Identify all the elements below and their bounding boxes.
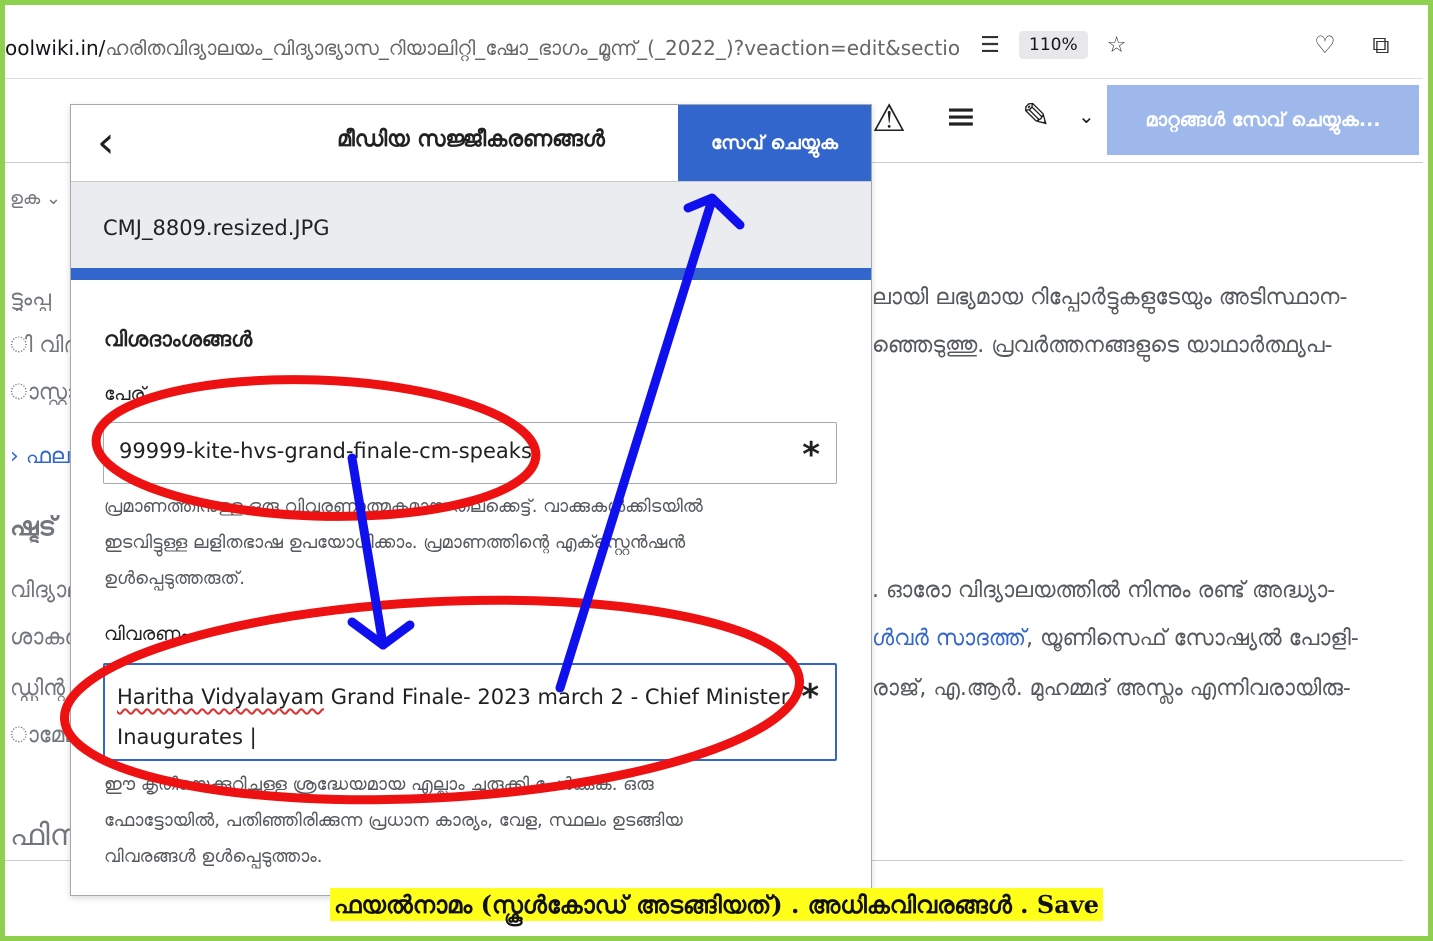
description-label: വിവരണം [104, 623, 189, 645]
browser-divider [5, 78, 1423, 79]
bg-right-line-1: ലായി ലഭ്യമായ റിപ്പോർട്ടുകളുടേയും അടിസ്ഥാ… [872, 285, 1348, 310]
bg-left-6: വിദ്യാല [10, 578, 70, 603]
file-row: CMJ_8809.resized.JPG [71, 182, 871, 268]
desc-help-line-2: ഫോട്ടോയിൽ, പതിഞ്ഞിരിക്കുന്ന പ്രധാന കാര്യ… [104, 810, 683, 831]
bg-right-link[interactable]: ൾവർ സാദത്ത് [872, 626, 1026, 651]
bg-left-1: ട്ടുംപ്പ [10, 286, 51, 311]
bg-right-divider [872, 860, 1403, 861]
menu-icon[interactable]: ≡ [945, 94, 977, 138]
name-help-line-2: ഇടവിട്ടുള്ള ലളിതഭാഷ ഉപയോഗിക്കാം. പ്രമാണത… [104, 532, 686, 553]
star-icon[interactable]: ☆ [1102, 30, 1132, 60]
caption-text: ഫയൽനാമം (സ്കൂൾകോഡ് അടങ്ങിയത്) . അധികവിവര… [330, 888, 1103, 921]
zoom-level[interactable]: 110% [1019, 31, 1088, 59]
description-line-1: Grand Finale- 2023 march 2 - Chief Minis… [324, 685, 790, 709]
dialog-save-button[interactable]: സേവ് ചെയ്യുക [678, 105, 871, 181]
required-asterisk: * [802, 435, 820, 475]
dialog-header: ‹ മീഡിയ സജ്ജീകരണങ്ങൾ സേവ് ചെയ്യുക [71, 105, 871, 182]
extensions-icon[interactable]: ⧉ [1366, 30, 1396, 60]
name-label: പേര് [104, 383, 146, 405]
pocket-icon[interactable]: ♡ [1310, 30, 1340, 60]
bg-left-8: ഡ്ഡിന്റ [10, 676, 66, 701]
description-underlined: Haritha Vidyalayam [117, 685, 325, 709]
section-title: വിശദാംശങ്ങൾ [104, 327, 253, 351]
progress-bar [71, 268, 871, 280]
bg-right-line-2: ഞ്ഞെടുത്തു. പ്രവർത്തനങ്ങളുടെ യാഥാർത്ഥ്യപ… [872, 333, 1333, 358]
bg-left-9: ാമേല [10, 723, 70, 748]
required-asterisk-2: * [801, 677, 819, 717]
description-help: ഈ കൃതിയെക്കുറിച്ചുള്ള ശ്രദ്ധേയമായ എല്ലാം… [104, 767, 804, 875]
name-value: 99999-kite-hvs-grand-finale-cm-speaks [119, 439, 532, 463]
reader-view-icon[interactable]: ☰ [975, 30, 1005, 60]
bg-left-5: ഷ്ടട് [10, 512, 57, 542]
description-line-2: Inaugurates | [117, 725, 257, 749]
file-name: CMJ_8809.resized.JPG [103, 216, 330, 240]
bg-left-4: › ഫലട്ട [10, 444, 70, 469]
save-changes-button[interactable]: മാറ്റങ്ങൾ സേവ് ചെയ്യുക... [1107, 85, 1419, 155]
bg-left-divider [5, 860, 70, 861]
bg-left-10: ഫിന [10, 818, 70, 853]
bg-left-7: ശാകർ [10, 625, 70, 650]
dialog-title: മീഡിയ സജ്ജീകരണങ്ങൾ [337, 127, 605, 152]
description-text: Haritha Vidyalayam Grand Finale- 2023 ma… [117, 677, 789, 757]
warning-icon[interactable]: ⚠ [872, 96, 906, 140]
browser-toolbar-right: ♡ ⧉ [1310, 30, 1396, 60]
desc-help-line-1: ഈ കൃതിയെക്കുറിച്ചുള്ള ശ്രദ്ധേയമായ എല്ലാം… [104, 774, 654, 795]
name-input[interactable]: 99999-kite-hvs-grand-finale-cm-speaks * [103, 422, 837, 484]
bg-left-0: ഉക ⌄ [10, 188, 61, 209]
back-arrow-icon[interactable]: ‹ [97, 117, 115, 168]
description-input[interactable]: Haritha Vidyalayam Grand Finale- 2023 ma… [103, 663, 837, 761]
media-settings-dialog: ‹ മീഡിയ സജ്ജീകരണങ്ങൾ സേവ് ചെയ്യുക CMJ_88… [70, 104, 872, 896]
bg-right-line-3: . ഓരോ വിദ്യാലയത്തിൽ നിന്നും രണ്ട് അദ്ധ്യ… [872, 578, 1336, 603]
url-domain: oolwiki.in/ [5, 36, 106, 60]
address-bar[interactable]: oolwiki.in/ഹരിതവിദ്യാലയം_വിദ്യാഭ്യാസ_റിയ… [5, 26, 1135, 70]
bg-right-line-5: രാജ്, എ.ആർ. മുഹമ്മദ് അസ്ലം എന്നിവരായിരു- [872, 676, 1351, 701]
urlbar-actions: ☰ 110% ☆ [975, 30, 1132, 60]
desc-help-line-3: വിവരങ്ങൾ ഉൾപ്പെടുത്താം. [104, 846, 323, 867]
name-help-line-3: ഉൾപ്പെടുത്തരുത്. [104, 568, 245, 589]
name-help: പ്രമാണത്തിനുള്ള ഒരു വിവരണാത്മകമായ തലക്കെ… [104, 489, 804, 597]
chevron-down-icon[interactable]: ⌄ [1078, 104, 1095, 128]
bg-left-2: ി വിദ്യ [10, 333, 70, 358]
bg-left-3: ാസ്റ്റായ [10, 380, 70, 405]
url-path: ഹരിതവിദ്യാലയം_വിദ്യാഭ്യാസ_റിയാലിറ്റി_ഷോ_… [105, 36, 961, 60]
bg-right-line-4-rest: , യൂണിസെഫ് സോഷ്യൽ പോളി- [1026, 626, 1359, 651]
bg-right-line-4: ൾവർ സാദത്ത്, യൂണിസെഫ് സോഷ്യൽ പോളി- [872, 626, 1359, 651]
pencil-icon[interactable]: ✎ [1022, 96, 1051, 136]
name-help-line-1: പ്രമാണത്തിനുള്ള ഒരു വിവരണാത്മകമായ തലക്കെ… [104, 496, 703, 517]
caption: ഫയൽനാമം (സ്കൂൾകോഡ് അടങ്ങിയത്) . അധികവിവര… [0, 888, 1433, 921]
